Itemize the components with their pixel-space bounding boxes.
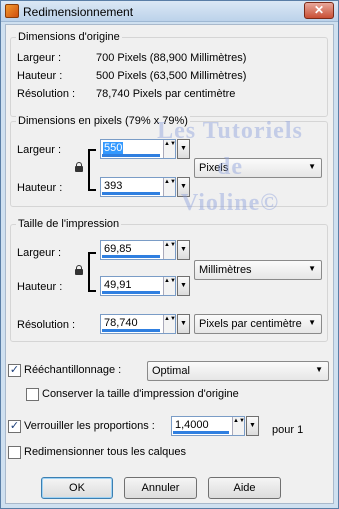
resample-checkbox[interactable]: ✓ — [8, 364, 21, 377]
lock-ratio-label: Verrouiller les proportions : — [24, 420, 155, 432]
print-unit-value: Millimètres — [199, 264, 252, 276]
close-button[interactable]: ✕ — [304, 2, 334, 19]
print-height-slider[interactable] — [102, 291, 160, 294]
print-width-label: Largeur : — [17, 247, 62, 259]
print-size-group: Taille de l'impression Largeur : Hauteur… — [10, 218, 328, 342]
original-width-value: 700 Pixels (88,900 Millimètres) — [96, 52, 247, 64]
window-title: Redimensionnement — [23, 5, 134, 19]
print-height-value: 49,91 — [104, 279, 132, 291]
original-width-label: Largeur : — [17, 52, 62, 64]
resample-method-select[interactable]: Optimal ▼ — [147, 361, 329, 381]
spin-arrows-icon[interactable]: ▲▼ — [163, 241, 176, 259]
resample-method-value: Optimal — [152, 365, 190, 377]
ratio-slider[interactable] — [173, 431, 229, 434]
original-dimensions-group: Dimensions d'origine Largeur : 700 Pixel… — [10, 31, 328, 117]
watermark-line-2: de — [217, 154, 243, 180]
watermark: Les Tutoriels de Violine© — [140, 113, 320, 221]
lock-ratio-checkbox[interactable]: ✓ — [8, 420, 21, 433]
help-button[interactable]: Aide — [208, 477, 281, 499]
original-resolution-value: 78,740 Pixels par centimètre — [96, 88, 236, 100]
resample-label: Rééchantillonnage : — [24, 364, 122, 376]
ratio-value: 1,4000 — [175, 419, 209, 431]
chevron-down-icon: ▼ — [308, 318, 316, 327]
print-height-spinner[interactable]: 49,91 ▲▼ — [100, 276, 176, 296]
dialog-client-area: Dimensions d'origine Largeur : 700 Pixel… — [5, 24, 334, 504]
spin-arrows-icon[interactable]: ▲▼ — [232, 417, 245, 435]
pixel-height-value: 393 — [104, 180, 123, 192]
resize-all-layers-label: Redimensionner tous les calques — [24, 446, 187, 458]
print-resolution-spinner[interactable]: 78,740 ▲▼ — [100, 314, 176, 334]
spin-arrows-icon[interactable]: ▲▼ — [163, 315, 176, 333]
print-width-value: 69,85 — [104, 243, 132, 255]
resize-dialog: Redimensionnement ✕ Dimensions d'origine… — [0, 0, 339, 509]
spin-arrows-icon[interactable]: ▲▼ — [163, 277, 176, 295]
original-resolution-label: Résolution : — [17, 88, 76, 100]
lock-icon — [75, 162, 83, 172]
keep-print-size-label: Conserver la taille d'impression d'origi… — [42, 388, 239, 400]
original-height-value: 500 Pixels (63,500 Millimètres) — [96, 70, 247, 82]
lock-icon — [75, 265, 83, 275]
print-size-title: Taille de l'impression — [16, 218, 122, 230]
print-resolution-dropdown-button[interactable]: ▼ — [177, 314, 190, 334]
print-width-spinner[interactable]: 69,85 ▲▼ — [100, 240, 176, 260]
print-resolution-slider[interactable] — [102, 329, 160, 332]
watermark-line-3: Violine© — [180, 190, 280, 216]
ratio-spinner[interactable]: 1,4000 ▲▼ — [171, 416, 245, 436]
ratio-suffix: pour 1 — [272, 424, 304, 436]
pixel-width-label: Largeur : — [17, 144, 62, 156]
chevron-down-icon: ▼ — [315, 365, 323, 374]
print-height-dropdown-button[interactable]: ▼ — [177, 276, 190, 296]
watermark-line-1: Les Tutoriels — [157, 118, 303, 144]
keep-print-size-checkbox[interactable] — [26, 388, 39, 401]
ok-button[interactable]: OK — [41, 477, 113, 499]
ratio-bracket — [88, 149, 96, 191]
app-icon — [5, 4, 19, 18]
print-unit-select[interactable]: Millimètres ▼ — [194, 260, 322, 280]
resolution-unit-select[interactable]: Pixels par centimètre ▼ — [194, 314, 322, 334]
print-height-label: Hauteur : — [17, 281, 63, 293]
print-resolution-value: 78,740 — [104, 317, 138, 329]
resize-all-layers-checkbox[interactable] — [8, 446, 21, 459]
cancel-button[interactable]: Annuler — [124, 477, 197, 499]
print-width-slider[interactable] — [102, 255, 160, 258]
ratio-dropdown-button[interactable]: ▼ — [246, 416, 259, 436]
pixel-height-label: Hauteur : — [17, 182, 63, 194]
original-height-label: Hauteur : — [17, 70, 63, 82]
print-width-dropdown-button[interactable]: ▼ — [177, 240, 190, 260]
original-dimensions-title: Dimensions d'origine — [16, 31, 122, 43]
title-bar: Redimensionnement ✕ — [1, 1, 338, 22]
pixel-width-value: 550 — [103, 142, 124, 154]
ratio-bracket — [88, 252, 96, 292]
chevron-down-icon: ▼ — [308, 264, 316, 273]
resolution-unit-value: Pixels par centimètre — [199, 318, 302, 330]
print-resolution-label: Résolution : — [17, 319, 76, 331]
